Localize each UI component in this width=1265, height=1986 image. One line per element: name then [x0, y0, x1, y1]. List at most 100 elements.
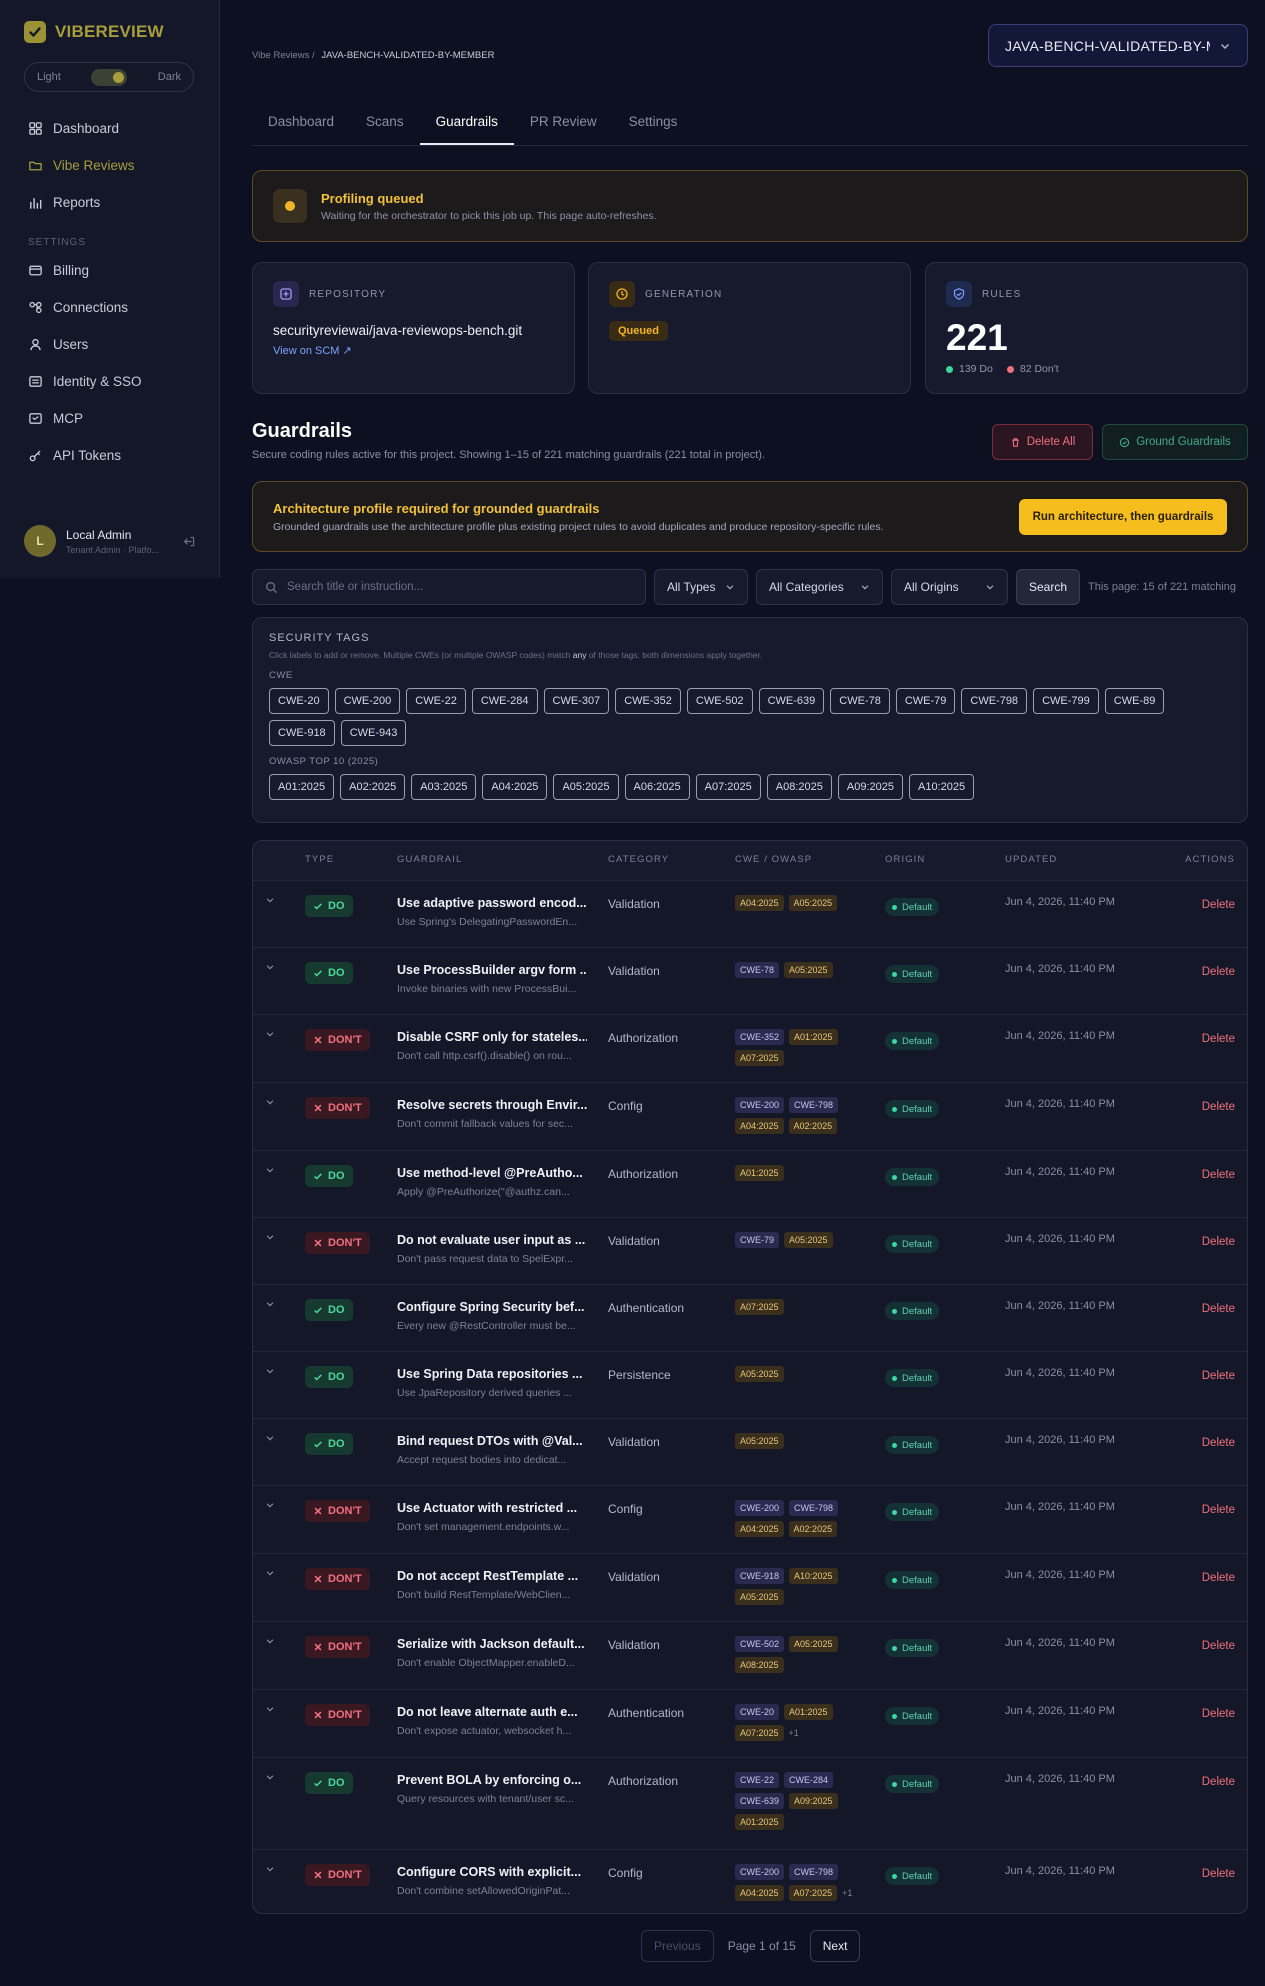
sidebar-item-vibe-reviews[interactable]: Vibe Reviews	[28, 158, 135, 173]
table-row[interactable]: DON'T Use Actuator with restricted ... D…	[253, 1486, 1247, 1554]
delete-row-button[interactable]: Delete	[1202, 1303, 1235, 1315]
expand-row-icon[interactable]	[265, 1366, 275, 1376]
expand-row-icon[interactable]	[265, 1232, 275, 1242]
cwe-chip[interactable]: CWE-798	[961, 688, 1028, 714]
guardrail-title[interactable]: Use Actuator with restricted ...	[397, 1501, 587, 1515]
expand-row-icon[interactable]	[265, 895, 275, 905]
guardrail-title[interactable]: Configure CORS with explicit...	[397, 1865, 587, 1879]
cwe-chip[interactable]: CWE-79	[895, 688, 956, 714]
table-row[interactable]: DO Use method-level @PreAutho... Apply @…	[253, 1151, 1247, 1218]
type-filter-select[interactable]: All Types	[654, 569, 748, 605]
table-row[interactable]: DON'T Resolve secrets through Envir... D…	[253, 1083, 1247, 1151]
sidebar-item-connections[interactable]: Connections	[28, 300, 128, 315]
origin-filter-select[interactable]: All Origins	[891, 569, 1008, 605]
sidebar-item-mcp[interactable]: MCP	[28, 411, 83, 426]
expand-row-icon[interactable]	[265, 1029, 275, 1039]
table-row[interactable]: DO Configure Spring Security bef... Ever…	[253, 1285, 1247, 1352]
next-page-button[interactable]: Next	[809, 1930, 861, 1962]
table-row[interactable]: DON'T Do not evaluate user input as ... …	[253, 1218, 1247, 1285]
table-row[interactable]: DON'T Disable CSRF only for stateles... …	[253, 1015, 1247, 1083]
guardrail-title[interactable]: Use adaptive password encod...	[397, 896, 587, 910]
guardrail-title[interactable]: Use Spring Data repositories ...	[397, 1367, 587, 1381]
expand-row-icon[interactable]	[265, 1165, 275, 1175]
owasp-chip[interactable]: A04:2025	[482, 774, 548, 800]
expand-row-icon[interactable]	[265, 1636, 275, 1646]
guardrail-title[interactable]: Resolve secrets through Envir...	[397, 1098, 587, 1112]
delete-row-button[interactable]: Delete	[1202, 1370, 1235, 1382]
table-row[interactable]: DO Use adaptive password encod... Use Sp…	[253, 881, 1247, 948]
category-filter-select[interactable]: All Categories	[756, 569, 883, 605]
cwe-chip[interactable]: CWE-502	[686, 688, 753, 714]
cwe-chip[interactable]: CWE-89	[1104, 688, 1165, 714]
delete-row-button[interactable]: Delete	[1202, 1437, 1235, 1449]
guardrail-title[interactable]: Serialize with Jackson default...	[397, 1637, 587, 1651]
expand-row-icon[interactable]	[265, 1433, 275, 1443]
owasp-chip[interactable]: A07:2025	[695, 774, 761, 800]
cwe-chip[interactable]: CWE-918	[269, 720, 335, 746]
cwe-chip[interactable]: CWE-78	[830, 688, 890, 714]
tab-scans[interactable]: Scans	[350, 102, 420, 145]
search-input[interactable]	[287, 581, 627, 593]
sidebar-item-billing[interactable]: Billing	[28, 263, 89, 278]
expand-row-icon[interactable]	[265, 1704, 275, 1714]
expand-row-icon[interactable]	[265, 1097, 275, 1107]
delete-row-button[interactable]: Delete	[1202, 1101, 1235, 1113]
brand[interactable]: VIBEREVIEW	[24, 21, 164, 43]
cwe-chip[interactable]: CWE-943	[340, 720, 407, 746]
owasp-chip[interactable]: A09:2025	[837, 774, 903, 800]
guardrail-title[interactable]: Prevent BOLA by enforcing o...	[397, 1773, 587, 1787]
table-row[interactable]: DO Prevent BOLA by enforcing o... Query …	[253, 1758, 1247, 1850]
owasp-chip[interactable]: A10:2025	[908, 774, 975, 800]
guardrail-title[interactable]: Bind request DTOs with @Val...	[397, 1434, 587, 1448]
ground-guardrails-button[interactable]: Ground Guardrails	[1102, 424, 1248, 460]
guardrail-title[interactable]: Use ProcessBuilder argv form ...	[397, 963, 587, 977]
cwe-chip[interactable]: CWE-307	[543, 688, 610, 714]
tab-dashboard[interactable]: Dashboard	[252, 102, 350, 145]
run-architecture-button[interactable]: Run architecture, then guardrails	[1019, 498, 1227, 535]
cwe-chip[interactable]: CWE-284	[471, 688, 538, 714]
theme-toggle[interactable]	[91, 68, 128, 86]
tab-settings[interactable]: Settings	[613, 102, 694, 145]
sidebar-item-dashboard[interactable]: Dashboard	[28, 121, 119, 136]
delete-row-button[interactable]: Delete	[1202, 1169, 1235, 1181]
expand-row-icon[interactable]	[265, 1568, 275, 1578]
delete-row-button[interactable]: Delete	[1202, 1776, 1235, 1788]
cwe-chip[interactable]: CWE-352	[615, 688, 681, 714]
owasp-chip[interactable]: A05:2025	[553, 774, 619, 800]
previous-page-button[interactable]: Previous	[641, 1930, 714, 1962]
tab-pr-review[interactable]: PR Review	[514, 102, 613, 145]
search-button[interactable]: Search	[1016, 569, 1080, 605]
delete-row-button[interactable]: Delete	[1202, 1572, 1235, 1584]
owasp-chip[interactable]: A01:2025	[269, 774, 335, 800]
table-row[interactable]: DO Use ProcessBuilder argv form ... Invo…	[253, 948, 1247, 1015]
user-profile[interactable]: L Local Admin Tenant Admin · Platfo...	[24, 525, 196, 557]
delete-row-button[interactable]: Delete	[1202, 1033, 1235, 1045]
view-on-scm-link[interactable]: View on SCM ↗	[273, 344, 554, 357]
table-row[interactable]: DON'T Do not accept RestTemplate ... Don…	[253, 1554, 1247, 1622]
cwe-chip[interactable]: CWE-22	[406, 688, 466, 714]
cwe-chip[interactable]: CWE-200	[334, 688, 401, 714]
table-row[interactable]: DON'T Serialize with Jackson default... …	[253, 1622, 1247, 1690]
cwe-chip[interactable]: CWE-799	[1033, 688, 1099, 714]
sidebar-item-identity-sso[interactable]: Identity & SSO	[28, 374, 142, 389]
search-box[interactable]	[252, 569, 646, 605]
delete-row-button[interactable]: Delete	[1202, 1640, 1235, 1652]
sidebar-item-api-tokens[interactable]: API Tokens	[28, 448, 121, 463]
guardrail-title[interactable]: Do not evaluate user input as ...	[397, 1233, 587, 1247]
logout-icon[interactable]	[183, 535, 196, 548]
project-select[interactable]: JAVA-BENCH-VALIDATED-BY-MEMBER	[988, 24, 1248, 67]
owasp-chip[interactable]: A03:2025	[411, 774, 477, 800]
expand-row-icon[interactable]	[265, 1772, 275, 1782]
sidebar-item-users[interactable]: Users	[28, 337, 88, 352]
guardrail-title[interactable]: Do not accept RestTemplate ...	[397, 1569, 587, 1583]
delete-row-button[interactable]: Delete	[1202, 966, 1235, 978]
guardrail-title[interactable]: Use method-level @PreAutho...	[397, 1166, 587, 1180]
delete-row-button[interactable]: Delete	[1202, 899, 1235, 911]
cwe-chip[interactable]: CWE-20	[269, 688, 329, 714]
theme-switch[interactable]: Light Dark	[24, 62, 194, 92]
delete-row-button[interactable]: Delete	[1202, 1708, 1235, 1720]
table-row[interactable]: DO Use Spring Data repositories ... Use …	[253, 1352, 1247, 1419]
owasp-chip[interactable]: A02:2025	[340, 774, 406, 800]
guardrail-title[interactable]: Do not leave alternate auth e...	[397, 1705, 587, 1719]
delete-row-button[interactable]: Delete	[1202, 1868, 1235, 1880]
